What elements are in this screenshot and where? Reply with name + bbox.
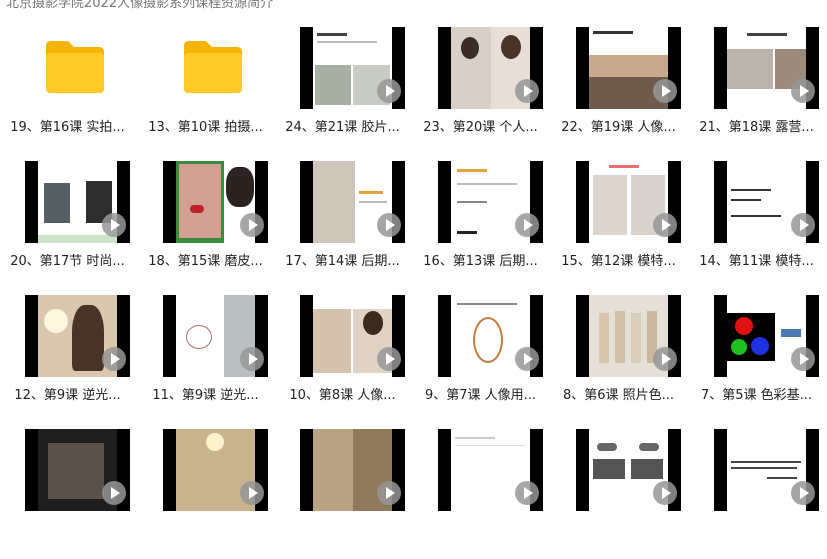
item-label: 16、第13课 后期... [423,254,538,269]
item-label: 24、第21课 胶片... [285,120,400,135]
video-item[interactable]: 21、第18课 露营... [689,27,827,157]
play-icon [377,79,401,103]
play-icon [377,347,401,371]
item-label: 8、第6课 照片色... [562,388,675,403]
video-thumbnail [714,295,819,377]
video-item[interactable] [551,429,689,559]
item-label: 23、第20课 个人... [423,120,538,135]
folder-item[interactable]: 19、第16课 实拍... [0,27,138,157]
video-item[interactable] [138,429,276,559]
item-label: 18、第15课 磨皮... [148,254,263,269]
item-label: 12、第9课 逆光... [14,388,121,403]
play-icon [791,347,815,371]
video-item[interactable]: 7、第5课 色彩基... [689,295,827,425]
folder-icon [184,41,242,93]
video-item[interactable]: 9、第7课 人像用... [413,295,551,425]
video-item[interactable]: 11、第9课 逆光... [138,295,276,425]
video-thumbnail [300,295,405,377]
play-icon [653,79,677,103]
video-thumbnail [576,161,681,243]
play-icon [377,213,401,237]
play-icon [515,213,539,237]
item-label: 22、第19课 人像... [561,120,676,135]
video-thumbnail [25,295,130,377]
video-item[interactable]: 17、第14课 后期... [275,161,413,291]
play-icon [377,481,401,505]
item-label: 20、第17节 时尚... [10,254,125,269]
video-thumbnail [25,161,130,243]
video-thumbnail [714,161,819,243]
video-item[interactable]: 24、第21课 胶片... [275,27,413,157]
item-label: 9、第7课 人像用... [424,388,537,403]
video-item[interactable]: 8、第6课 照片色... [551,295,689,425]
play-icon [240,481,264,505]
video-item[interactable]: 15、第12课 模特... [551,161,689,291]
video-thumbnail [300,27,405,109]
video-thumbnail [576,295,681,377]
video-thumbnail [163,295,268,377]
play-icon [653,481,677,505]
play-icon [515,79,539,103]
play-icon [515,481,539,505]
play-icon [791,79,815,103]
play-icon [240,213,264,237]
video-item[interactable]: 12、第9课 逆光... [0,295,138,425]
item-label: 10、第8课 人像... [289,388,396,403]
item-label: 15、第12课 模特... [561,254,676,269]
video-thumbnail [300,161,405,243]
video-item[interactable] [0,429,138,559]
file-grid: 19、第16课 实拍... 13、第10课 拍摄... 24、第21课 胶片..… [0,0,827,511]
item-label: 7、第5课 色彩基... [700,388,813,403]
play-icon [791,213,815,237]
item-label: 11、第9课 逆光... [152,388,259,403]
video-item[interactable]: 10、第8课 人像... [275,295,413,425]
item-label: 19、第16课 实拍... [10,120,125,135]
video-thumbnail [438,27,543,109]
video-thumbnail [438,161,543,243]
play-icon [102,213,126,237]
video-thumbnail [163,161,268,243]
video-item[interactable] [413,429,551,559]
video-item[interactable] [689,429,827,559]
play-icon [515,347,539,371]
video-item[interactable]: 22、第19课 人像... [551,27,689,157]
play-icon [653,213,677,237]
play-icon [102,481,126,505]
video-item[interactable]: 20、第17节 时尚... [0,161,138,291]
video-item[interactable]: 16、第13课 后期... [413,161,551,291]
item-label: 17、第14课 后期... [285,254,400,269]
video-item[interactable] [275,429,413,559]
item-label: 21、第18课 露营... [699,120,814,135]
video-thumbnail [714,27,819,109]
video-thumbnail [438,295,543,377]
play-icon [653,347,677,371]
item-label: 13、第10课 拍摄... [148,120,263,135]
video-thumbnail [576,27,681,109]
folder-icon [46,41,104,93]
item-label: 14、第11课 模特... [699,254,814,269]
folder-item[interactable]: 13、第10课 拍摄... [138,27,276,157]
video-item[interactable]: 18、第15课 磨皮... [138,161,276,291]
video-item[interactable]: 23、第20课 个人... [413,27,551,157]
play-icon [102,347,126,371]
play-icon [240,347,264,371]
video-item[interactable]: 14、第11课 模特... [689,161,827,291]
play-icon [791,481,815,505]
